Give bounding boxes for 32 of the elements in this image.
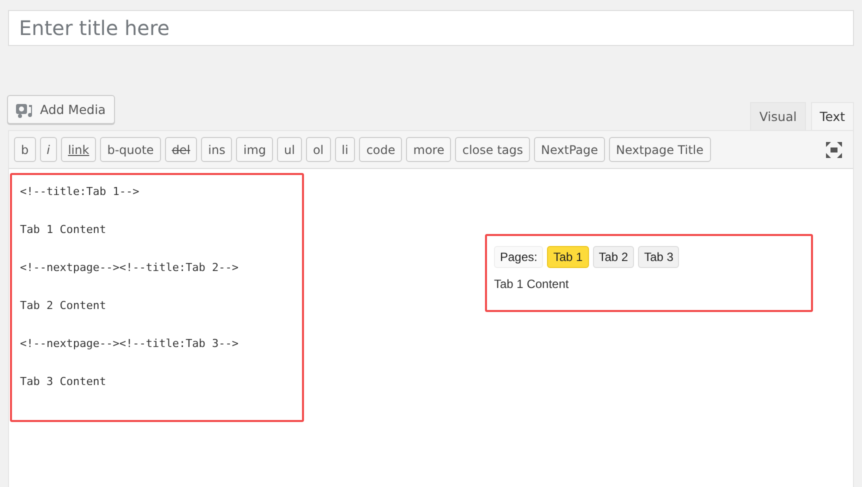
toolbar-button[interactable]: img: [236, 137, 273, 162]
title-field[interactable]: Enter title here: [8, 10, 854, 46]
toolbar-button[interactable]: close tags: [455, 137, 530, 162]
toolbar-button[interactable]: NextPage: [534, 137, 606, 162]
toolbar-button[interactable]: ul: [277, 137, 302, 162]
page-tab[interactable]: Tab 2: [592, 246, 634, 268]
code-line: <!--nextpage--><!--title:Tab 2-->: [20, 261, 240, 276]
toolbar-button[interactable]: b: [14, 137, 36, 162]
toolbar-button[interactable]: li: [334, 137, 356, 162]
pages-label: Pages:: [494, 246, 544, 268]
code-line: <!--title:Tab 1-->: [20, 185, 140, 200]
code-line: Tab 1 Content: [20, 223, 108, 238]
toolbar-button[interactable]: ol: [306, 137, 331, 162]
page-tab[interactable]: Tab 1: [547, 246, 589, 268]
toolbar-button[interactable]: link: [60, 137, 96, 162]
code-line: Tab 2 Content: [20, 299, 108, 314]
editor-tab[interactable]: Visual: [750, 102, 806, 130]
page-tab[interactable]: Tab 3: [638, 246, 680, 268]
media-icon: [16, 102, 34, 118]
toolbar-button[interactable]: ins: [201, 137, 232, 162]
code-line: Tab 3 Content: [20, 375, 108, 390]
code-line: <!--nextpage--><!--title:Tab 3-->: [20, 337, 240, 352]
toolbar-button[interactable]: i: [40, 137, 57, 162]
toolbar-button[interactable]: more: [406, 137, 452, 162]
add-media-button[interactable]: Add Media: [7, 95, 115, 124]
toolbar-button[interactable]: code: [359, 137, 402, 162]
toolbar-button[interactable]: b-quote: [100, 137, 161, 162]
editor-tab[interactable]: Text: [810, 102, 854, 130]
fullscreen-icon[interactable]: [826, 142, 842, 158]
toolbar-button[interactable]: Nextpage Title: [609, 137, 710, 162]
toolbar-button[interactable]: del: [164, 137, 198, 162]
tab-content: Tab 1 Content: [494, 277, 570, 291]
